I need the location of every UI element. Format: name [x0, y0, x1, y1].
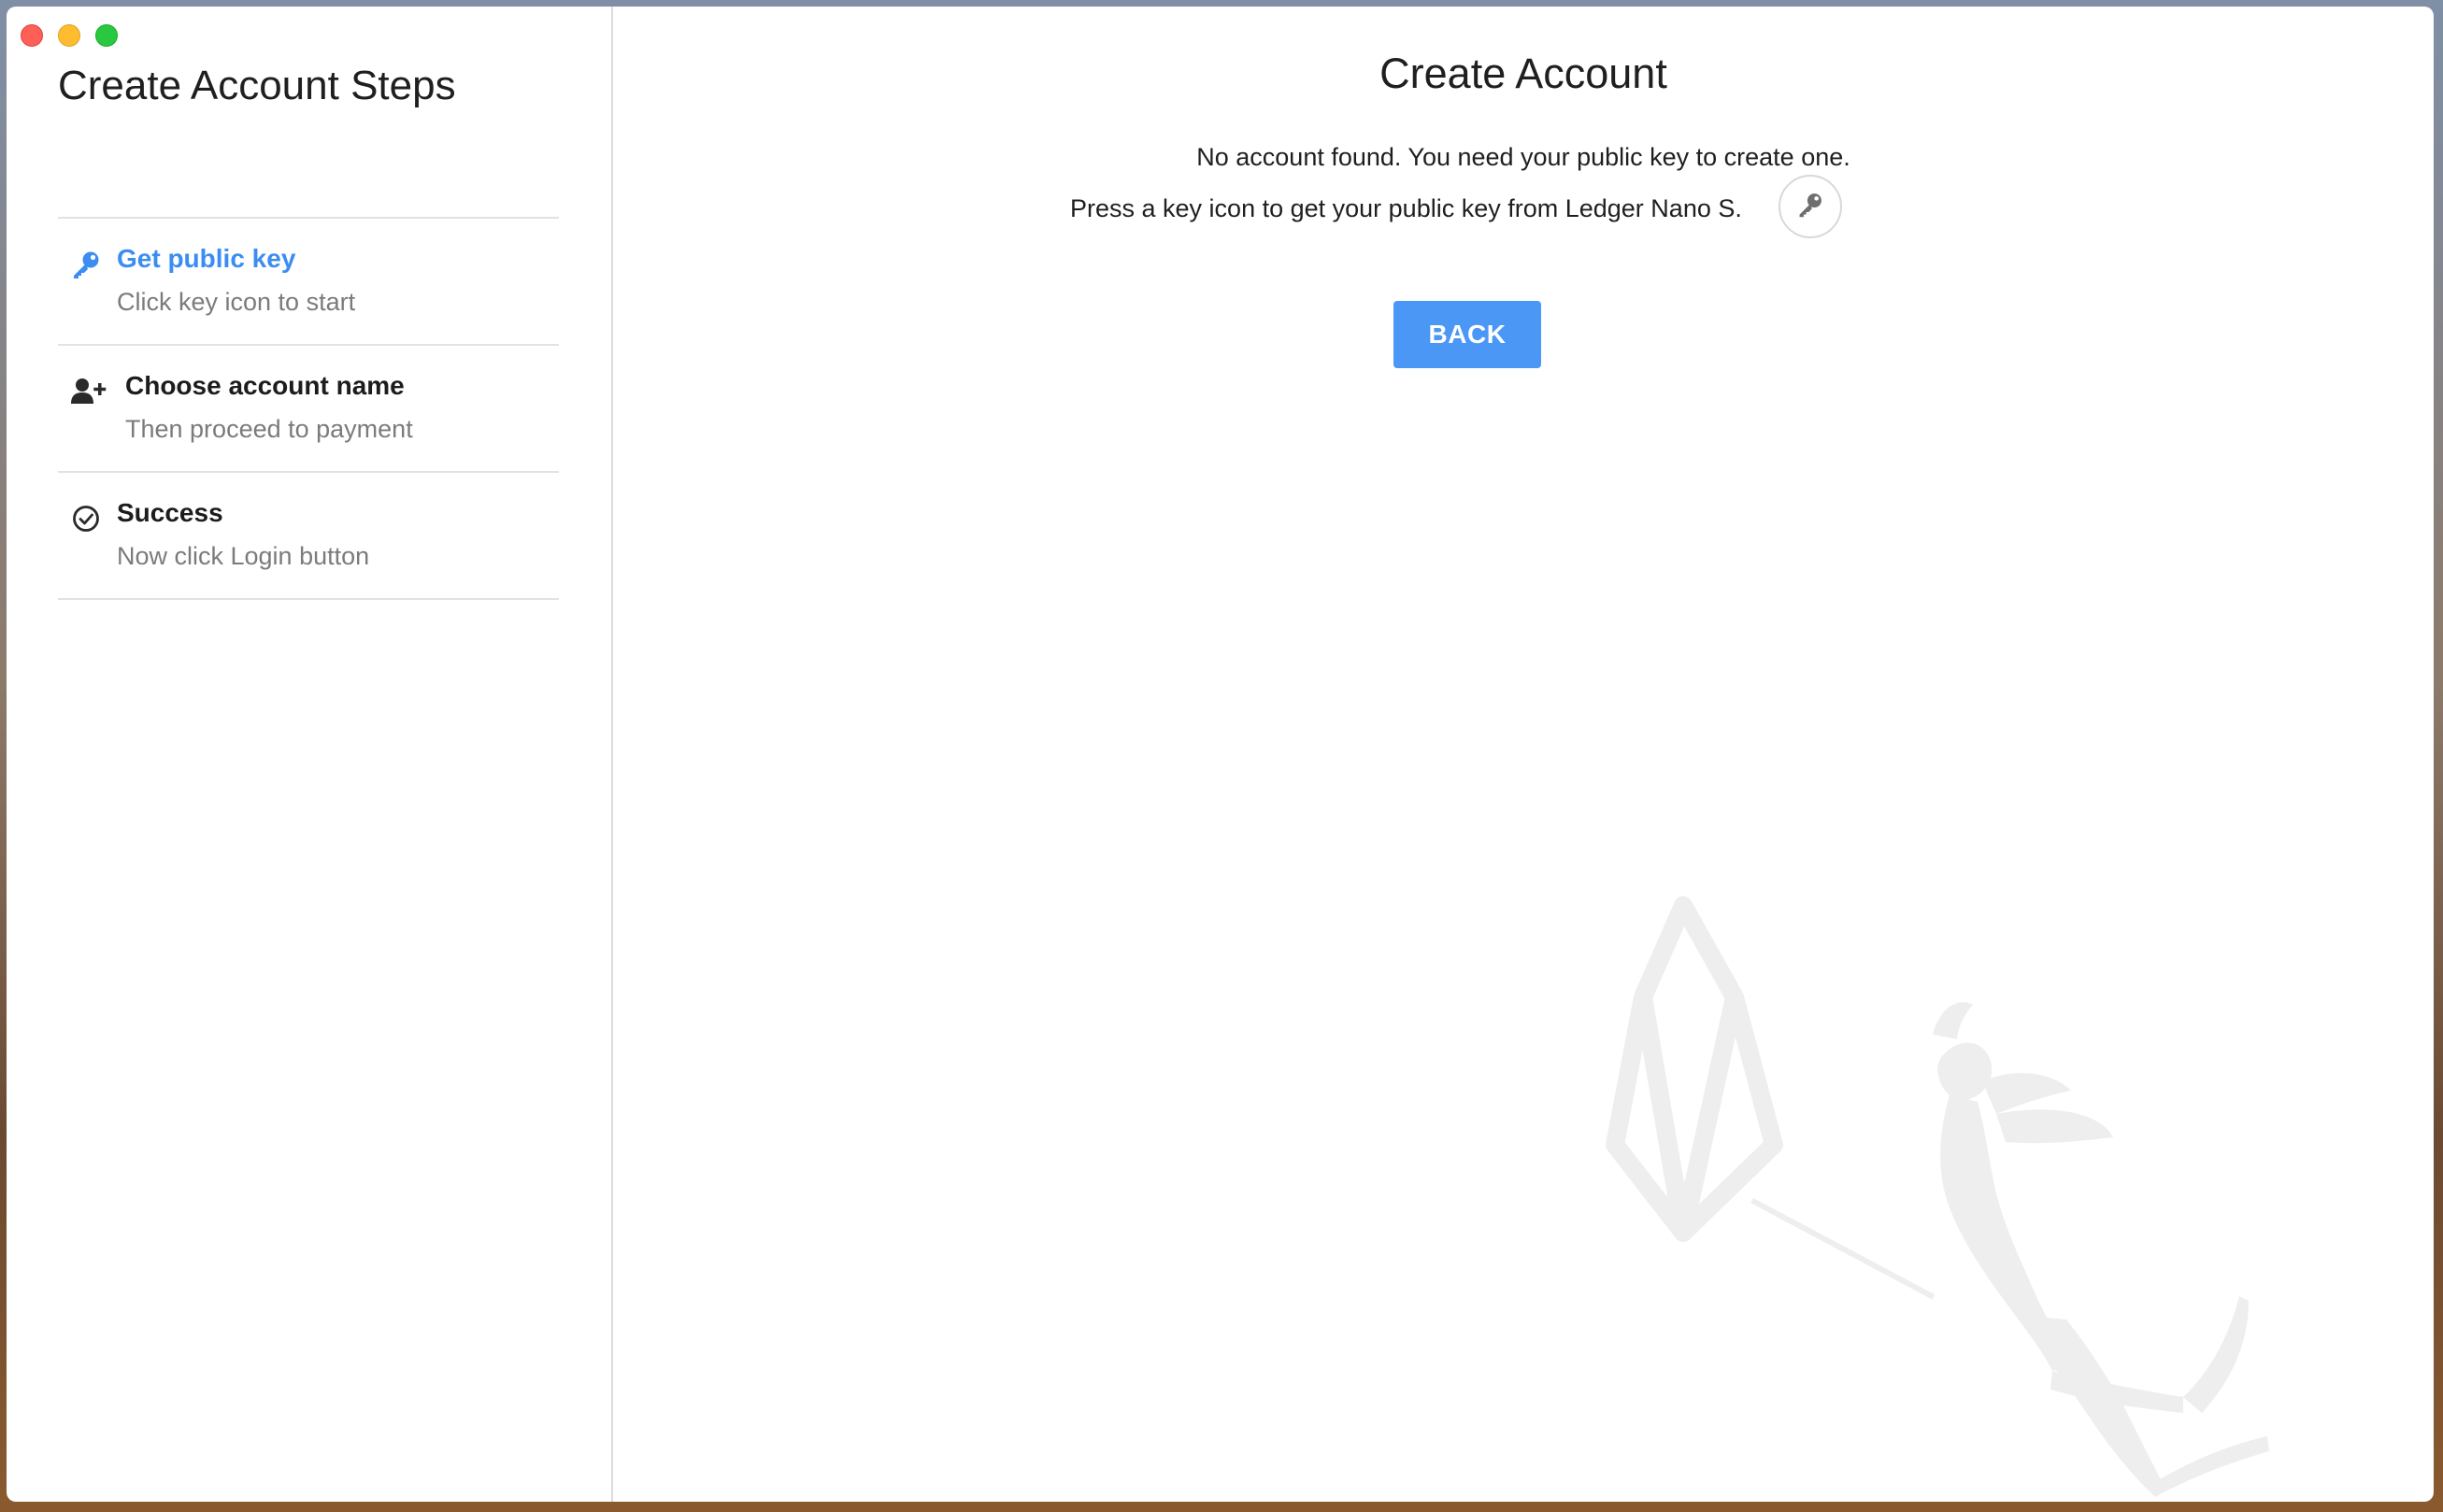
main-content: Create Account No account found. You nee… — [613, 7, 2434, 1502]
no-account-message: No account found. You need your public k… — [1196, 143, 1850, 171]
get-public-key-button[interactable] — [1779, 175, 1842, 238]
eos-fairy-watermark-logo — [1606, 896, 2269, 1497]
step-description: Click key icon to start — [117, 288, 356, 316]
check-circle-icon — [70, 503, 102, 535]
step-choose-account-name[interactable]: Choose account name Then proceed to paym… — [58, 346, 559, 473]
step-success[interactable]: Success Now click Login button — [58, 473, 559, 600]
step-description: Now click Login button — [117, 542, 370, 570]
step-title: Choose account name — [125, 371, 405, 400]
steps-sidebar: Create Account Steps Get public key Clic… — [7, 7, 613, 1502]
step-get-public-key[interactable]: Get public key Click key icon to start — [58, 219, 559, 346]
key-icon — [70, 249, 102, 280]
key-instruction-message: Press a key icon to get your public key … — [1070, 194, 1742, 222]
step-description: Then proceed to payment — [125, 415, 413, 443]
page-title: Create Account — [1379, 50, 1667, 97]
steps-list: Get public key Click key icon to start C… — [58, 217, 559, 600]
app-window: Create Account Steps Get public key Clic… — [7, 7, 2434, 1502]
user-plus-icon — [70, 376, 107, 407]
step-title: Success — [117, 498, 223, 527]
back-button[interactable]: BACK — [1393, 301, 1541, 368]
key-icon — [1796, 191, 1824, 223]
step-title: Get public key — [117, 244, 296, 273]
sidebar-title: Create Account Steps — [58, 63, 456, 108]
